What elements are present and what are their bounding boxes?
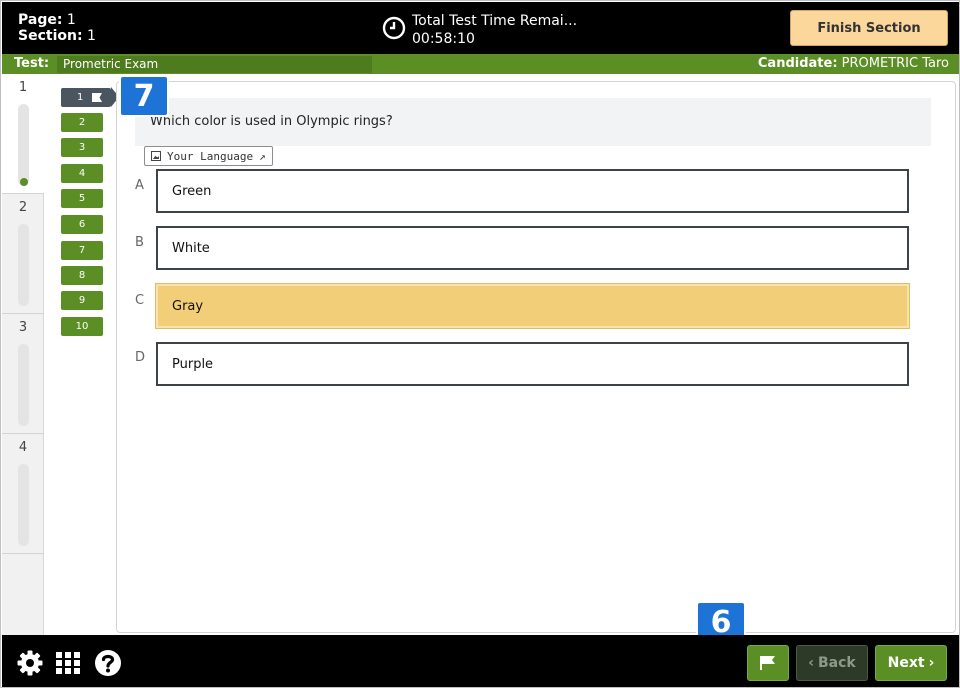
option-letter-c: C (135, 293, 145, 308)
question-text: Which color is used in Olympic rings? (150, 114, 393, 129)
option-letter-b: B (135, 235, 144, 250)
candidate-info: Candidate: PROMETRIC Taro (758, 56, 949, 71)
section-number: 2 (18, 200, 28, 215)
flag-button[interactable] (747, 645, 789, 681)
test-bar: Test: Prometric Exam Candidate: PROMETRI… (2, 54, 959, 74)
section-value: 1 (87, 28, 96, 44)
question-button-2[interactable]: 2 (61, 113, 103, 132)
question-button-8[interactable]: 8 (61, 266, 103, 285)
section-progress-track (18, 104, 29, 186)
question-panel: Which color is used in Olympic rings? Yo… (116, 81, 956, 633)
candidate-label: Candidate: (757, 56, 838, 71)
page-label: Page: (18, 12, 63, 28)
test-label: Test: (14, 56, 50, 71)
option-text: White (172, 240, 210, 256)
section-item-4[interactable]: 4 (2, 434, 44, 554)
option-letter-a: A (135, 178, 144, 193)
back-label: Back (818, 655, 856, 671)
option-d[interactable]: Purple (156, 342, 909, 386)
page-info: Page: 1 Section: 1 (18, 12, 96, 44)
question-button-7[interactable]: 7 (61, 241, 103, 260)
section-label: Section: (18, 28, 83, 44)
chevron-right-icon: › (928, 655, 935, 671)
external-link-icon: ↗ (259, 149, 266, 163)
section-progress-track (18, 224, 29, 306)
option-b[interactable]: White (156, 226, 909, 270)
question-number: 1 (77, 92, 84, 103)
section-progress-track (18, 344, 29, 426)
option-c[interactable]: Gray (155, 283, 910, 329)
next-button[interactable]: Next › (875, 645, 947, 681)
section-item-3[interactable]: 3 (2, 314, 44, 434)
section-progress-dot (20, 178, 28, 186)
section-number: 3 (18, 320, 28, 335)
top-bar: Page: 1 Section: 1 Total Test Time Remai… (2, 2, 959, 54)
test-name: Prometric Exam (57, 56, 372, 73)
gear-icon[interactable] (16, 649, 44, 677)
section-item-1[interactable]: 1 (2, 74, 44, 194)
candidate-name: PROMETRIC Taro (841, 56, 949, 71)
your-language-button[interactable]: Your Language ↗ (144, 146, 273, 166)
bottom-bar: ‹ Back Next › (2, 635, 959, 687)
question-box: Which color is used in Olympic rings? (135, 98, 931, 146)
section-item-2[interactable]: 2 (2, 194, 44, 314)
question-button-10[interactable]: 10 (61, 317, 103, 336)
option-text: Green (172, 183, 212, 199)
option-letter-d: D (135, 350, 146, 365)
grid-icon[interactable] (54, 649, 82, 677)
timer-value: 00:58:10 (412, 31, 475, 47)
question-button-9[interactable]: 9 (61, 291, 103, 310)
next-label: Next (887, 655, 925, 671)
chevron-left-icon: ‹ (808, 655, 815, 671)
clock-icon (382, 16, 406, 40)
question-button-4[interactable]: 4 (61, 164, 103, 183)
image-icon (151, 151, 161, 161)
section-progress-track (18, 464, 29, 546)
section-number: 1 (18, 80, 28, 95)
section-rail: 1 2 3 4 (2, 74, 44, 636)
question-button-3[interactable]: 3 (61, 138, 103, 157)
your-language-label: Your Language (167, 149, 254, 163)
section-number: 4 (18, 440, 28, 455)
flag-icon (92, 93, 102, 102)
timer: Total Test Time Remai... 00:58:10 (412, 12, 577, 48)
exam-window: Page: 1 Section: 1 Total Test Time Remai… (0, 0, 960, 688)
flag-icon (760, 656, 775, 670)
question-list: 1 2 3 4 5 6 7 8 9 10 (45, 81, 119, 633)
option-a[interactable]: Green (156, 169, 909, 213)
callout-badge-7: 7 (119, 75, 169, 117)
timer-title: Total Test Time Remai... (412, 13, 578, 29)
question-button-5[interactable]: 5 (61, 189, 103, 208)
question-button-1[interactable]: 1 (61, 88, 111, 107)
back-button[interactable]: ‹ Back (796, 645, 868, 681)
option-text: Gray (172, 298, 204, 314)
page-value: 1 (66, 12, 76, 28)
finish-section-button[interactable]: Finish Section (790, 10, 948, 46)
option-text: Purple (172, 356, 214, 372)
help-icon[interactable] (94, 649, 122, 677)
question-button-6[interactable]: 6 (61, 215, 103, 234)
